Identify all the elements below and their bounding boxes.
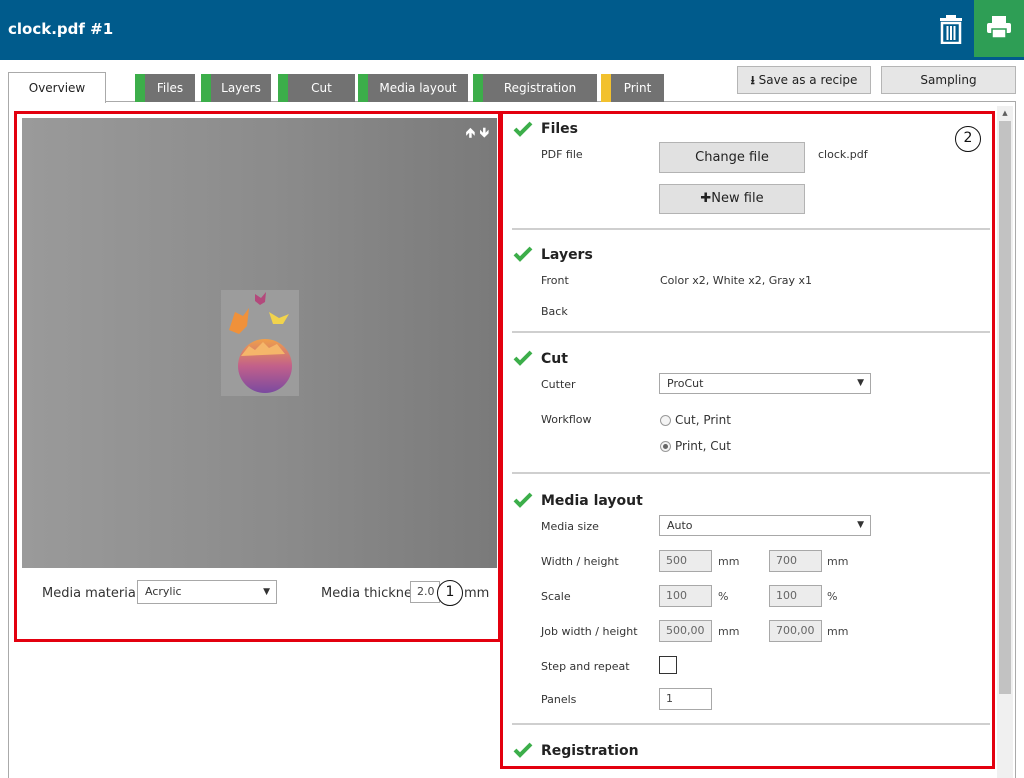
height-input[interactable]: 700 bbox=[769, 550, 822, 572]
clock-artwork bbox=[221, 290, 299, 396]
tab-label: Print bbox=[623, 81, 652, 95]
layers-section-title: Layers bbox=[541, 247, 593, 263]
printer-icon bbox=[987, 16, 1011, 39]
tab-media-layout[interactable]: Media layout bbox=[358, 74, 468, 102]
media-size-select[interactable]: Auto ▼ bbox=[659, 515, 871, 536]
width-unit: mm bbox=[718, 555, 740, 568]
scale-y-unit: % bbox=[827, 590, 838, 603]
arrow-up-down-icon[interactable]: 🡹 🡻 bbox=[466, 124, 489, 146]
tab-label: Overview bbox=[28, 81, 86, 95]
media-material-select[interactable]: Acrylic ▼ bbox=[137, 580, 277, 604]
dropdown-arrow-icon: ▼ bbox=[857, 378, 864, 388]
back-label: Back bbox=[541, 305, 568, 318]
callout-2: 2 bbox=[955, 126, 981, 152]
job-width-input[interactable]: 500,00 bbox=[659, 620, 712, 642]
scrollbar-thumb[interactable] bbox=[999, 121, 1011, 694]
job-height-input[interactable]: 700,00 bbox=[769, 620, 822, 642]
scale-x-unit: % bbox=[718, 590, 729, 603]
checkmark-icon bbox=[513, 121, 533, 137]
title-bar: clock.pdf #1 bbox=[0, 0, 1024, 60]
registration-section-title: Registration bbox=[541, 743, 639, 759]
scale-x-input[interactable]: 100 bbox=[659, 585, 712, 607]
media-preview[interactable]: 🡹 🡻 bbox=[22, 118, 497, 568]
width-height-label: Width / height bbox=[541, 555, 619, 568]
status-stripe bbox=[201, 74, 211, 102]
sampling-button[interactable]: Sampling bbox=[881, 66, 1016, 94]
front-label: Front bbox=[541, 274, 569, 287]
pdf-filename: clock.pdf bbox=[818, 148, 868, 161]
media-thickness-input[interactable]: 2.0 bbox=[410, 581, 440, 603]
dropdown-arrow-icon: ▼ bbox=[263, 587, 270, 597]
plus-icon: ✚ bbox=[700, 191, 712, 206]
tab-label: Registration bbox=[503, 81, 577, 95]
print-button[interactable] bbox=[974, 0, 1024, 57]
files-section-title: Files bbox=[541, 121, 578, 137]
job-width-unit: mm bbox=[718, 625, 740, 638]
new-file-button[interactable]: ✚New file bbox=[659, 184, 805, 214]
status-stripe bbox=[358, 74, 368, 102]
workflow-label: Workflow bbox=[541, 413, 592, 426]
media-layout-section-title: Media layout bbox=[541, 493, 643, 509]
status-stripe bbox=[135, 74, 145, 102]
section-divider bbox=[512, 472, 990, 474]
pdf-file-label: PDF file bbox=[541, 148, 583, 161]
checkmark-icon bbox=[513, 742, 533, 758]
dropdown-arrow-icon: ▼ bbox=[857, 520, 864, 530]
tab-files[interactable]: Files bbox=[135, 74, 195, 102]
tab-layers[interactable]: Layers bbox=[201, 74, 271, 102]
panels-input[interactable]: 1 bbox=[659, 688, 712, 710]
trash-icon[interactable] bbox=[938, 14, 964, 45]
status-stripe bbox=[601, 74, 611, 102]
scale-label: Scale bbox=[541, 590, 571, 603]
tab-label: Media layout bbox=[379, 81, 457, 95]
download-icon: ⭳ bbox=[750, 73, 755, 87]
scale-y-input[interactable]: 100 bbox=[769, 585, 822, 607]
radio-cut-print[interactable] bbox=[660, 415, 671, 426]
media-size-label: Media size bbox=[541, 520, 599, 533]
scroll-up-icon[interactable]: ▲ bbox=[997, 106, 1013, 120]
step-repeat-label: Step and repeat bbox=[541, 660, 630, 673]
radio-print-cut[interactable] bbox=[660, 441, 671, 452]
radio-print-cut-label: Print, Cut bbox=[675, 439, 731, 453]
media-material-label: Media material bbox=[42, 586, 140, 601]
cut-section-title: Cut bbox=[541, 351, 568, 367]
tab-label: Files bbox=[156, 81, 184, 95]
cutter-label: Cutter bbox=[541, 378, 576, 391]
tab-overview[interactable]: Overview bbox=[8, 72, 106, 103]
height-unit: mm bbox=[827, 555, 849, 568]
checkmark-icon bbox=[513, 350, 533, 366]
step-repeat-checkbox[interactable] bbox=[659, 656, 677, 674]
job-width-height-label: Job width / height bbox=[541, 625, 638, 638]
tab-print[interactable]: Print bbox=[601, 74, 664, 102]
front-value: Color x2, White x2, Gray x1 bbox=[660, 274, 813, 287]
status-stripe bbox=[473, 74, 483, 102]
window-title: clock.pdf #1 bbox=[8, 20, 114, 38]
status-stripe bbox=[278, 74, 288, 102]
tab-cut[interactable]: Cut bbox=[278, 74, 355, 102]
radio-cut-print-label: Cut, Print bbox=[675, 413, 731, 427]
job-height-unit: mm bbox=[827, 625, 849, 638]
tab-label: Layers bbox=[221, 81, 261, 95]
section-divider bbox=[512, 723, 990, 725]
cutter-select[interactable]: ProCut ▼ bbox=[659, 373, 871, 394]
save-as-recipe-button[interactable]: ⭳ Save as a recipe bbox=[737, 66, 871, 94]
panels-label: Panels bbox=[541, 693, 577, 706]
callout-1: 1 bbox=[437, 580, 463, 606]
media-thickness-unit: mm bbox=[464, 586, 490, 601]
checkmark-icon bbox=[513, 246, 533, 262]
tab-registration[interactable]: Registration bbox=[473, 74, 597, 102]
section-divider bbox=[512, 228, 990, 230]
change-file-button[interactable]: Change file bbox=[659, 142, 805, 173]
section-divider bbox=[512, 331, 990, 333]
checkmark-icon bbox=[513, 492, 533, 508]
tab-label: Cut bbox=[311, 81, 332, 95]
width-input[interactable]: 500 bbox=[659, 550, 712, 572]
